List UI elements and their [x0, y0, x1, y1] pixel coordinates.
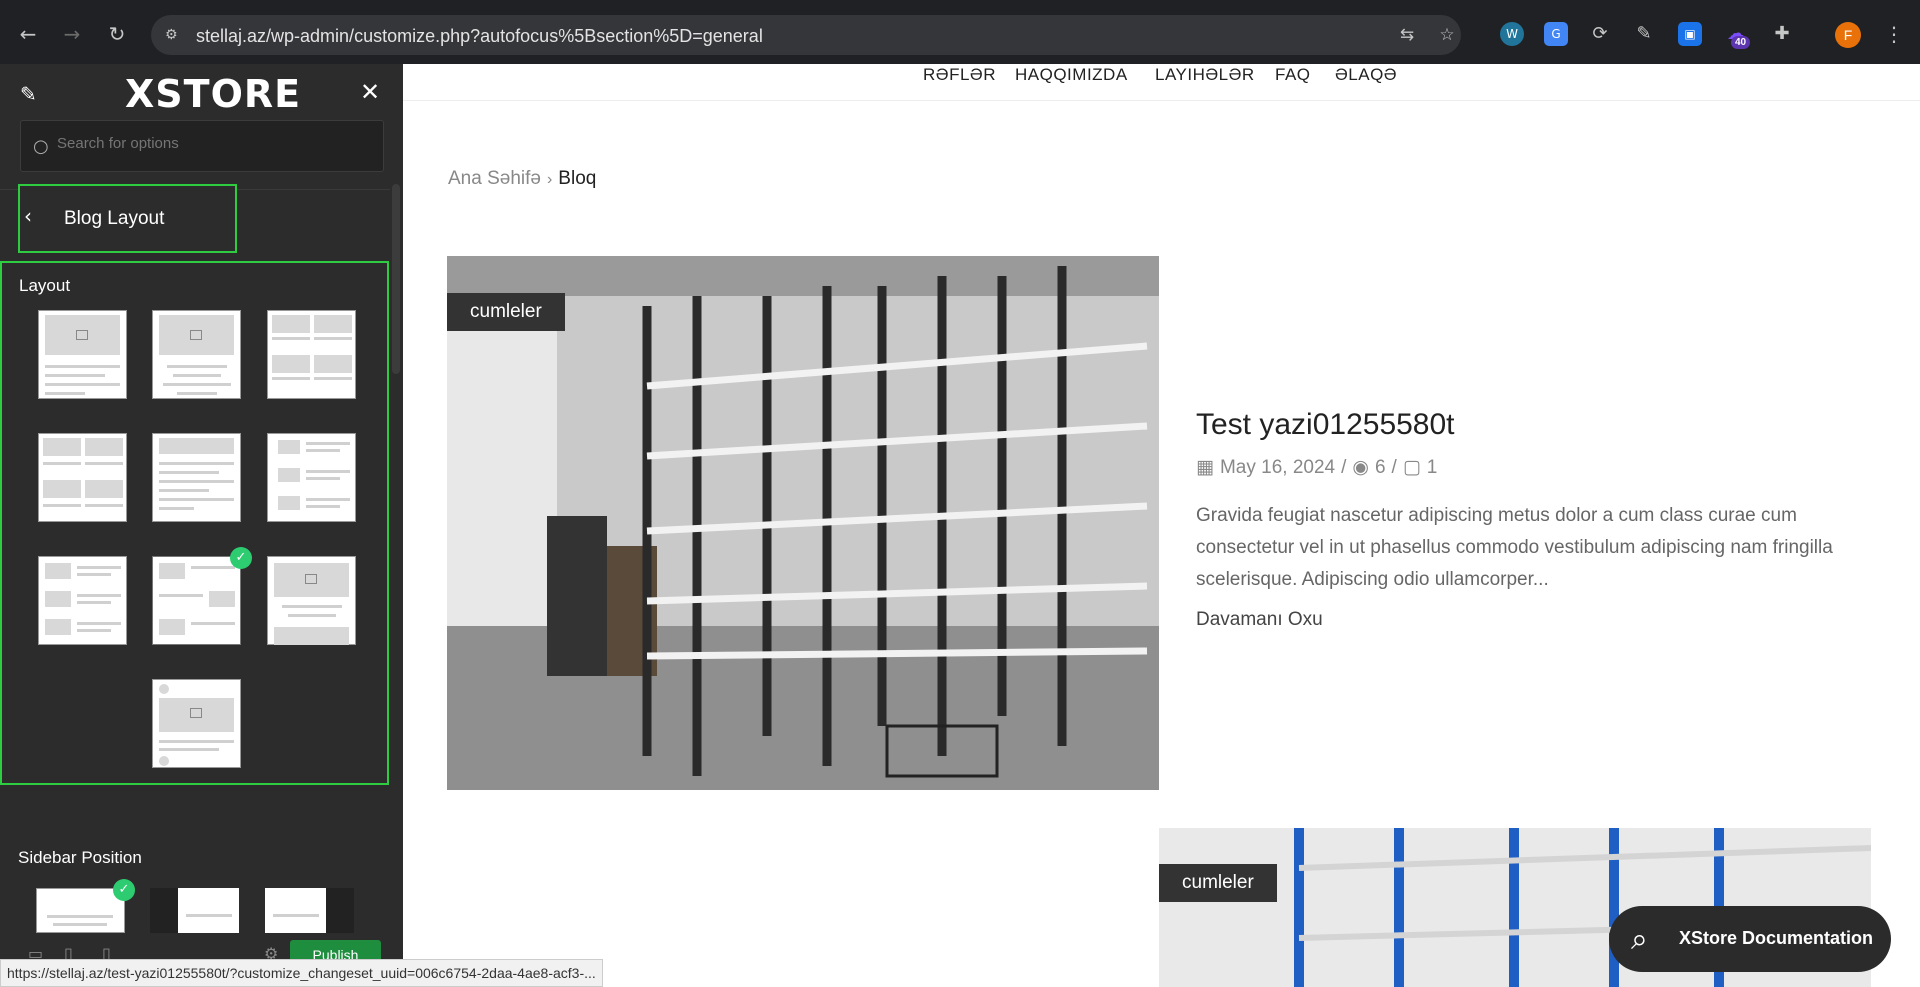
puzzle-extensions-icon[interactable]: ✚	[1770, 22, 1794, 46]
link-status-bar: https://stellaj.az/test-yazi01255580t/?c…	[0, 959, 603, 987]
layout-option-3[interactable]	[267, 310, 356, 399]
section-title: Blog Layout	[64, 208, 165, 229]
breadcrumb-separator-icon: ›	[546, 171, 553, 188]
comment-icon: ▢	[1402, 456, 1421, 478]
post-excerpt: Gravida feugiat nascetur adipiscing metu…	[1196, 505, 1833, 590]
site-preview: RƏFLƏR HAQQIMIZDA LAYIHƏLƏR FAQ ƏLAQƏ An…	[403, 64, 1920, 987]
search-icon: ○	[33, 136, 49, 157]
nav-item-elaqe[interactable]: ƏLAQƏ	[1335, 65, 1397, 85]
post-title[interactable]: Test yazi01255580t	[1196, 408, 1455, 442]
reload-icon[interactable]: ↻	[103, 20, 131, 48]
nav-item-faq[interactable]: FAQ	[1275, 65, 1311, 85]
extension-badge: 40	[1731, 36, 1751, 49]
forward-arrow-icon[interactable]: →	[58, 20, 86, 48]
address-bar[interactable]: ⚙ stellaj.az/wp-admin/customize.php?auto…	[151, 15, 1461, 55]
back-to-parent-button[interactable]: ‹ Blog Layout	[18, 184, 237, 253]
pin-icon[interactable]: ✎	[20, 82, 44, 106]
browser-toolbar: ← → ↻ ⚙ stellaj.az/wp-admin/customize.ph…	[0, 0, 1920, 64]
url-text[interactable]: stellaj.az/wp-admin/customize.php?autofo…	[196, 26, 763, 47]
post-thumbnail[interactable]: cumleler	[447, 256, 1159, 790]
sidebar-position-left[interactable]	[150, 888, 239, 933]
bookmark-star-icon[interactable]: ☆	[1436, 24, 1458, 46]
calendar-icon: ▦	[1196, 456, 1214, 478]
layout-option-1[interactable]	[38, 310, 127, 399]
translate-extension-icon[interactable]: G	[1544, 22, 1568, 46]
profile-avatar[interactable]: F	[1835, 22, 1861, 48]
breadcrumb-home[interactable]: Ana Səhifə	[448, 168, 541, 189]
layout-option-7[interactable]	[38, 556, 127, 645]
options-search[interactable]: ○	[20, 120, 384, 172]
layout-option-9[interactable]	[267, 556, 356, 645]
screen-capture-extension-icon[interactable]: ▣	[1678, 22, 1702, 46]
selected-check-icon: ✓	[113, 879, 135, 901]
back-arrow-icon[interactable]: ←	[14, 20, 42, 48]
layout-option-4[interactable]	[38, 433, 127, 522]
search-input[interactable]	[57, 135, 367, 152]
layout-option-2[interactable]	[152, 310, 241, 399]
chevron-left-icon: ‹	[24, 204, 32, 228]
post-meta: ▦ May 16, 2024/◉ 6/▢ 1	[1196, 456, 1438, 478]
documentation-label: XStore Documentation	[1679, 928, 1874, 948]
xstore-logo: XSTORE	[125, 72, 302, 116]
post-views: 6	[1374, 457, 1386, 478]
kebab-menu-icon[interactable]: ⋮	[1880, 20, 1908, 48]
layout-option-8-selected[interactable]	[152, 556, 241, 645]
sync-extension-icon[interactable]: ⟳	[1588, 22, 1612, 46]
wordpress-extension-icon[interactable]: W	[1500, 22, 1524, 46]
search-icon: ⌕	[1631, 922, 1648, 957]
nav-item-refler[interactable]: RƏFLƏR	[923, 65, 996, 85]
eye-icon: ◉	[1352, 456, 1369, 478]
nav-item-layiheler[interactable]: LAYIHƏLƏR	[1155, 65, 1255, 85]
layout-option-5[interactable]	[152, 433, 241, 522]
sidebar-position-none[interactable]	[36, 888, 125, 933]
breadcrumb-current: Bloq	[558, 168, 597, 189]
read-more-link[interactable]: Davamanı Oxu	[1196, 609, 1323, 631]
xstore-documentation-button[interactable]: ⌕ XStore Documentation	[1609, 906, 1891, 972]
sidebar-position-label: Sidebar Position	[18, 848, 142, 867]
site-navigation: RƏFLƏR HAQQIMIZDA LAYIHƏLƏR FAQ ƏLAQƏ	[403, 64, 1920, 101]
breadcrumb: Ana Səhifə › Bloq	[448, 168, 596, 190]
category-badge-2[interactable]: cumleler	[1159, 864, 1277, 902]
sidebar-header: ✎ XSTORE ✕ ○	[0, 64, 403, 189]
layout-label: Layout	[19, 276, 71, 295]
layout-option-10[interactable]	[152, 679, 241, 768]
sidebar-scrollbar[interactable]	[392, 184, 400, 374]
category-badge[interactable]: cumleler	[447, 293, 565, 331]
site-info-icon[interactable]: ⚙	[165, 26, 183, 44]
layout-option-6[interactable]	[267, 433, 356, 522]
customizer-sidebar: ✎ XSTORE ✕ ○ ‹ Blog Layout Layout	[0, 64, 403, 987]
selected-check-icon: ✓	[230, 547, 252, 569]
post-date: May 16, 2024	[1219, 457, 1336, 478]
sidebar-position-right[interactable]	[265, 888, 354, 933]
nav-item-haqqimizda[interactable]: HAQQIMIZDA	[1015, 65, 1128, 85]
close-icon[interactable]: ✕	[360, 78, 380, 106]
layout-option-group: Layout ✓	[0, 261, 389, 785]
shelving-image	[447, 256, 1159, 790]
translate-icon[interactable]: ⇆	[1396, 24, 1418, 46]
eyedropper-extension-icon[interactable]: ✎	[1632, 22, 1656, 46]
post-comments[interactable]: 1	[1427, 457, 1438, 478]
